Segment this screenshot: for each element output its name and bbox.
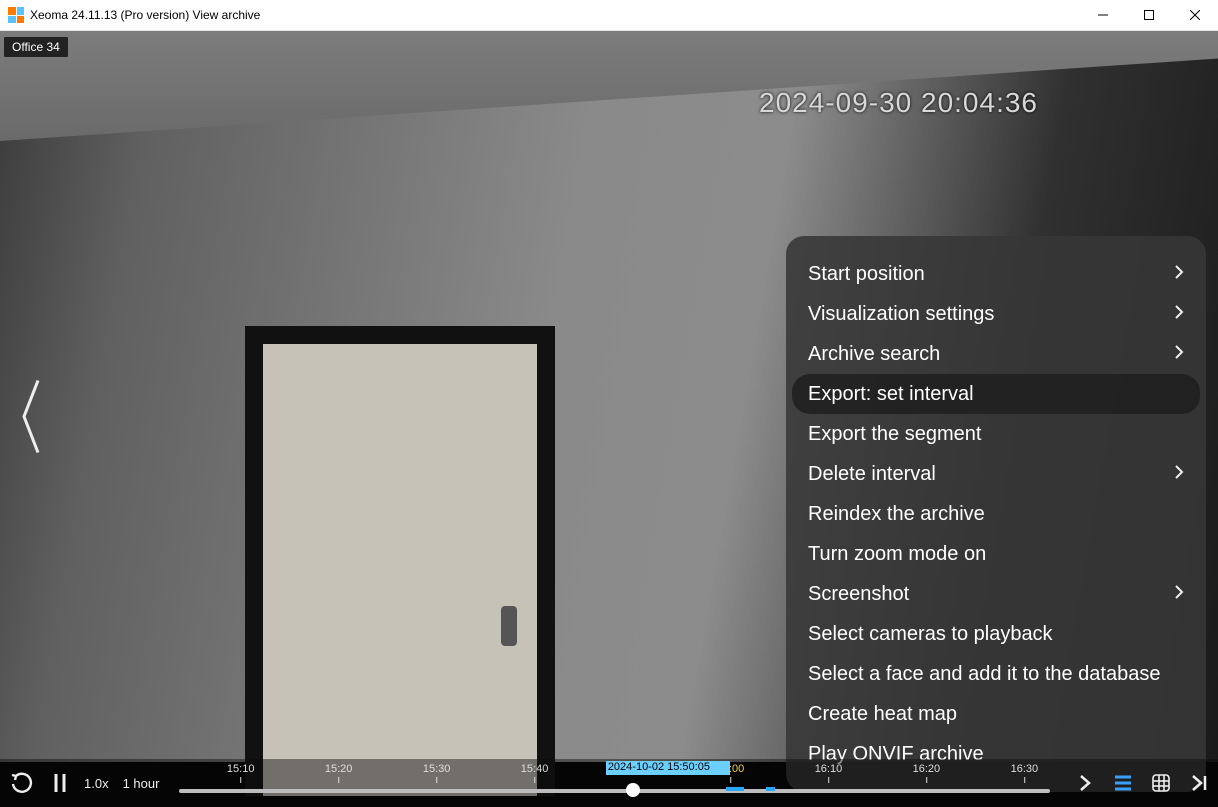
ctx-item-1[interactable]: Visualization settings — [786, 294, 1206, 334]
timeline-activity-marker — [766, 787, 775, 791]
previous-camera-button[interactable] — [18, 377, 42, 462]
ctx-item-9[interactable]: Select cameras to playback — [786, 614, 1206, 654]
chevron-right-icon — [1174, 303, 1184, 326]
ctx-item-7[interactable]: Turn zoom mode on — [786, 534, 1206, 574]
ctx-item-2[interactable]: Archive search — [786, 334, 1206, 374]
chevron-right-icon — [1174, 263, 1184, 286]
timeline-playhead[interactable] — [626, 783, 640, 797]
ctx-item-4[interactable]: Export the segment — [786, 414, 1206, 454]
back-button[interactable] — [0, 759, 42, 807]
app-icon — [8, 7, 24, 23]
ctx-item-label: Visualization settings — [808, 303, 994, 326]
ctx-item-label: Turn zoom mode on — [808, 543, 986, 566]
ctx-item-8[interactable]: Screenshot — [786, 574, 1206, 614]
ctx-item-label: Archive search — [808, 343, 940, 366]
window-maximize-button[interactable] — [1126, 0, 1172, 31]
timeline-range[interactable]: 1 hour — [115, 776, 168, 791]
ctx-item-label: Select a face and add it to the database — [808, 663, 1160, 686]
timeline-tick: 16:20 — [913, 763, 941, 783]
osd-timestamp: 2024-09-30 20:04:36 — [759, 87, 1038, 119]
ctx-item-label: Screenshot — [808, 583, 909, 606]
ctx-item-11[interactable]: Create heat map — [786, 694, 1206, 734]
ctx-item-label: Export the segment — [808, 423, 981, 446]
archive-context-menu: Start position Visualization settings Arch… — [786, 236, 1206, 792]
chevron-right-icon — [1174, 463, 1184, 486]
ctx-item-label: Create heat map — [808, 703, 957, 726]
window-titlebar: Xeoma 24.11.13 (Pro version) View archiv… — [0, 0, 1218, 31]
timeline-track — [179, 789, 1050, 793]
chevron-right-icon — [1174, 583, 1184, 606]
window-close-button[interactable] — [1172, 0, 1218, 31]
timeline-tick: 16:30 — [1011, 763, 1039, 783]
ctx-item-3[interactable]: Export: set interval — [792, 374, 1200, 414]
ctx-item-label: Select cameras to playback — [808, 623, 1053, 646]
timeline-next-button[interactable] — [1066, 759, 1104, 807]
chevron-right-icon — [1174, 343, 1184, 366]
timeline[interactable]: 15:1015:2015:3015:4016:0016:1016:2016:30… — [169, 759, 1060, 807]
ctx-item-label: Export: set interval — [808, 383, 974, 406]
skip-to-end-button[interactable] — [1180, 759, 1218, 807]
grid-view-button[interactable] — [1142, 759, 1180, 807]
ctx-item-label: Start position — [808, 263, 925, 286]
ctx-item-10[interactable]: Select a face and add it to the database — [786, 654, 1206, 694]
archive-viewport: Office 34 2024-09-30 20:04:36 Start posi… — [0, 31, 1218, 807]
ctx-item-5[interactable]: Delete interval — [786, 454, 1206, 494]
playback-bar: 1.0x 1 hour 15:1015:2015:3015:4016:0016:… — [0, 759, 1218, 807]
window-minimize-button[interactable] — [1080, 0, 1126, 31]
timeline-activity-marker — [726, 787, 744, 791]
timeline-menu-button[interactable] — [1104, 759, 1142, 807]
ctx-item-label: Reindex the archive — [808, 503, 985, 526]
ctx-item-6[interactable]: Reindex the archive — [786, 494, 1206, 534]
timeline-tick: 16:10 — [815, 763, 843, 783]
playback-speed[interactable]: 1.0x — [78, 776, 115, 791]
timeline-selection-label[interactable]: 2024-10-02 15:50:05 — [606, 761, 731, 775]
ctx-item-0[interactable]: Start position — [786, 254, 1206, 294]
camera-name-label: Office 34 — [4, 37, 68, 57]
timeline-tick: 15:10 — [227, 763, 255, 783]
ctx-item-label: Delete interval — [808, 463, 936, 486]
timeline-tick: 15:20 — [325, 763, 353, 783]
timeline-tick: 15:30 — [423, 763, 451, 783]
window-title: Xeoma 24.11.13 (Pro version) View archiv… — [30, 8, 260, 22]
timeline-tick: 15:40 — [521, 763, 549, 783]
pause-button[interactable] — [42, 759, 78, 807]
